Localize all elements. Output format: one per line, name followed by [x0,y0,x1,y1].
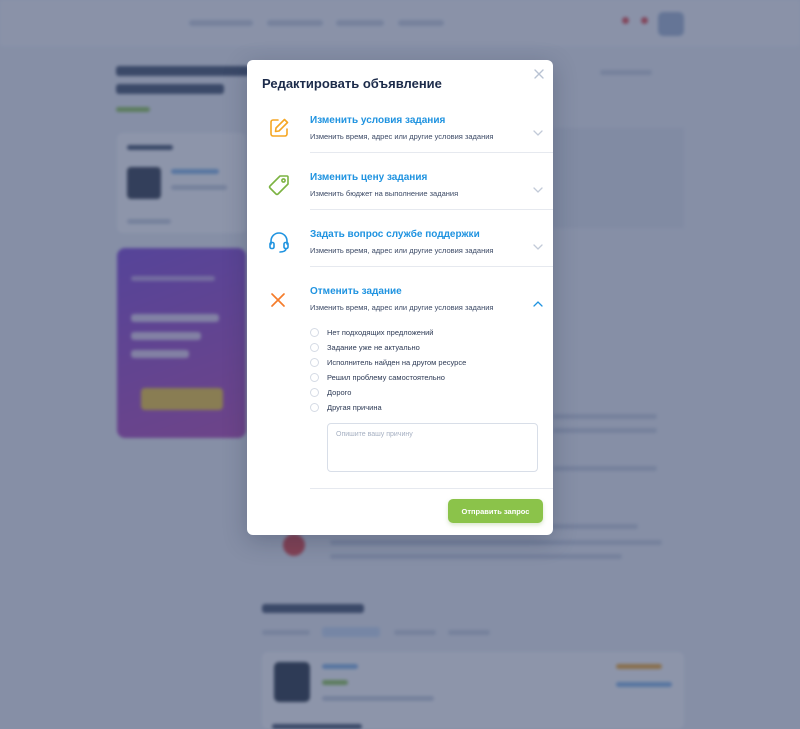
modal-title: Редактировать объявление [262,76,442,91]
price-tag-icon [267,173,291,197]
option-title: Отменить задание [310,286,402,297]
reason-textarea[interactable] [327,423,538,472]
reason-label: Дорого [327,388,352,397]
edit-listing-modal: Редактировать объявление Изменить услови… [247,60,553,535]
chevron-down-icon [532,124,544,136]
reason-label: Решил проблему самостоятельно [327,373,445,382]
option-title: Задать вопрос службе поддержки [310,229,480,240]
submit-request-button[interactable]: Отправить запрос [448,499,543,523]
divider [310,209,553,210]
cancel-x-icon [267,287,291,311]
radio-button[interactable] [310,328,319,337]
radio-button[interactable] [310,373,319,382]
reason-label: Исполнитель найден на другом ресурсе [327,358,467,367]
reason-label: Задание уже не актуально [327,343,420,352]
reason-radio-option[interactable]: Задание уже не актуально [310,342,470,354]
option-edit-conditions[interactable]: Изменить условия задания Изменить время,… [247,105,553,162]
chevron-down-icon [532,181,544,193]
divider [310,266,553,267]
option-contact-support[interactable]: Задать вопрос службе поддержки Изменить … [247,219,553,276]
close-icon [532,67,546,81]
chevron-up-icon [532,295,544,307]
option-description: Изменить бюджет на выполнение задания [310,189,459,198]
option-change-price[interactable]: Изменить цену задания Изменить бюджет на… [247,162,553,219]
reason-radio-option[interactable]: Решил проблему самостоятельно [310,372,480,384]
radio-button[interactable] [310,358,319,367]
option-title: Изменить цену задания [310,172,428,183]
radio-button[interactable] [310,388,319,397]
option-description: Изменить время, адрес или другие условия… [310,246,494,255]
reason-radio-option[interactable]: Другая причина [310,402,410,414]
divider [310,152,553,153]
close-button[interactable] [532,67,546,81]
reason-label: Другая причина [327,403,382,412]
reason-radio-option[interactable]: Дорого [310,387,390,399]
reason-radio-option[interactable]: Исполнитель найден на другом ресурсе [310,357,490,369]
divider [310,488,553,489]
option-description: Изменить время, адрес или другие условия… [310,303,494,312]
reason-radio-option[interactable]: Нет подходящих предложений [310,327,470,339]
edit-icon [267,116,291,140]
reason-label: Нет подходящих предложений [327,328,434,337]
radio-button[interactable] [310,403,319,412]
option-description: Изменить время, адрес или другие условия… [310,132,494,141]
option-cancel-task[interactable]: Отменить задание Изменить время, адрес и… [247,276,553,333]
headset-icon [267,230,291,254]
option-title: Изменить условия задания [310,115,446,126]
radio-button[interactable] [310,343,319,352]
chevron-down-icon [532,238,544,250]
